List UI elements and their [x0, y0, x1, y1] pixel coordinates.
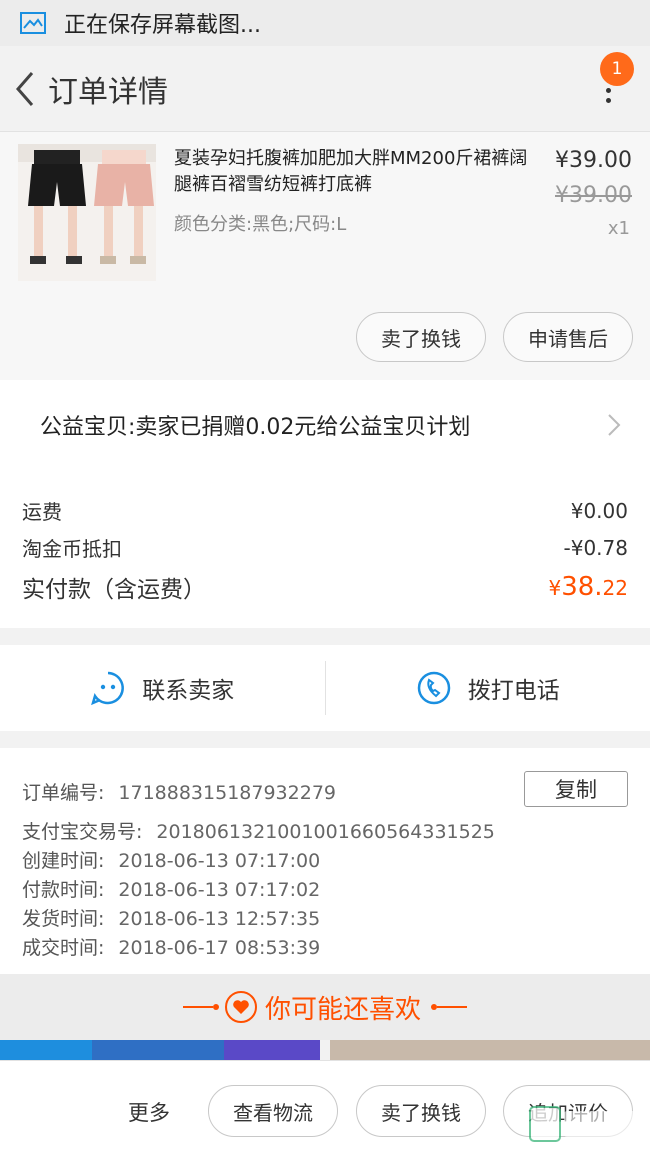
total-dec: 22 [602, 576, 628, 600]
nav-bar: 订单详情 1 [0, 46, 650, 132]
dash [437, 1006, 467, 1008]
coin-value: -¥0.78 [563, 535, 628, 560]
coin-row: 淘金币抵扣 -¥0.78 [22, 533, 628, 562]
chat-face-icon [91, 671, 125, 706]
paid-label: 付款时间: [22, 879, 105, 901]
product-price: ¥39.00 [555, 148, 632, 173]
chevron-right-icon [608, 414, 621, 436]
done-time: 2018-06-17 08:53:39 [118, 937, 321, 959]
status-text: 正在保存屏幕截图... [64, 13, 261, 38]
product-sku: 颜色分类:黑色;尺码:L [174, 214, 347, 235]
recommend-line-right [431, 1004, 467, 1010]
product-section: 夏装孕妇托腹裤加肥加大胖MM200斤裙裤阔腿裤百褶雪纺短裤打底裤 颜色分类:黑色… [0, 132, 650, 380]
heart-icon [224, 991, 257, 1023]
paid-time: 2018-06-13 07:17:02 [118, 879, 321, 901]
more-button[interactable]: 更多 [128, 1097, 170, 1127]
shipped-time: 2018-06-13 12:57:35 [118, 908, 321, 930]
charity-row[interactable]: 公益宝贝:卖家已捐赠0.02元给公益宝贝计划 [0, 380, 650, 470]
product-photo-icon [18, 144, 156, 281]
total-row: 实付款（含运费） ¥38.22 [22, 570, 628, 604]
watermark-logo-icon [529, 1106, 640, 1142]
shipping-row: 运费 ¥0.00 [22, 496, 628, 525]
recommend-title: 你可能还喜欢 [264, 994, 421, 1025]
total-label: 实付款（含运费） [22, 577, 206, 603]
shipping-value: ¥0.00 [570, 498, 628, 523]
apply-aftersale-button[interactable]: 申请售后 [503, 312, 633, 362]
total-int: 38. [561, 572, 603, 602]
recommend-header: 你可能还喜欢 [0, 974, 650, 1040]
alipay-number: 2018061321001001660564331525 [156, 821, 495, 843]
total-currency: ¥ [548, 576, 562, 600]
shipped-row: 发货时间: 2018-06-13 12:57:35 [22, 904, 320, 931]
shipped-label: 发货时间: [22, 908, 105, 930]
created-time: 2018-06-13 07:17:00 [118, 850, 321, 872]
done-row: 成交时间: 2018-06-17 08:53:39 [22, 933, 320, 960]
contact-bar: 联系卖家 拨打电话 [0, 645, 650, 731]
alipay-row: 支付宝交易号: 2018061321001001660564331525 [22, 817, 495, 844]
charity-text: 公益宝贝:卖家已捐赠0.02元给公益宝贝计划 [40, 415, 471, 440]
dash [182, 1006, 213, 1008]
sell-for-cash-button[interactable]: 卖了换钱 [356, 312, 486, 362]
contact-seller-button[interactable]: 联系卖家 [0, 645, 325, 731]
contact-seller-label: 联系卖家 [142, 678, 235, 704]
back-button[interactable] [8, 69, 42, 109]
created-label: 创建时间: [22, 850, 105, 872]
shipping-label: 运费 [22, 500, 62, 524]
sell-for-cash-bottom-button[interactable]: 卖了换钱 [356, 1085, 486, 1137]
product-title[interactable]: 夏装孕妇托腹裤加肥加大胖MM200斤裙裤阔腿裤百褶雪纺短裤打底裤 [174, 146, 534, 198]
coin-label: 淘金币抵扣 [22, 537, 122, 561]
product-quantity: x1 [607, 218, 630, 239]
heart-shape [233, 1000, 249, 1014]
copy-button[interactable]: 复制 [524, 771, 628, 807]
back-arrow-icon [16, 71, 34, 106]
order-info: 订单编号: 171888315187932279 复制 支付宝交易号: 201806… [0, 748, 650, 974]
screenshot-icon [20, 12, 46, 34]
call-phone-label: 拨打电话 [467, 678, 560, 704]
more-dot [605, 97, 611, 103]
order-number-row: 订单编号: 171888315187932279 [22, 778, 336, 805]
more-dot [605, 87, 611, 93]
created-row: 创建时间: 2018-06-13 07:17:00 [22, 846, 320, 873]
fee-summary: 运费 ¥0.00 淘金币抵扣 -¥0.78 实付款（含运费） ¥38.22 [0, 470, 650, 628]
total-value: ¥38.22 [548, 572, 628, 602]
done-label: 成交时间: [22, 937, 105, 959]
phone-icon [417, 671, 450, 705]
dot [212, 1004, 219, 1010]
recommend-line-left [182, 1004, 219, 1010]
status-bar: 正在保存屏幕截图... [0, 0, 650, 46]
call-phone-button[interactable]: 拨打电话 [326, 645, 650, 731]
bottom-action-bar: 更多 查看物流 卖了换钱 追加评价 [0, 1060, 650, 1155]
product-original-price: ¥39.00 [555, 183, 632, 208]
order-number-label: 订单编号: [22, 782, 105, 804]
alipay-label: 支付宝交易号: [22, 821, 143, 843]
notification-badge: 1 [600, 52, 634, 86]
product-image[interactable] [18, 144, 156, 281]
page-title: 订单详情 [48, 74, 168, 110]
view-logistics-button[interactable]: 查看物流 [208, 1085, 338, 1137]
paid-row: 付款时间: 2018-06-13 07:17:02 [22, 875, 320, 902]
order-number: 171888315187932279 [118, 782, 336, 804]
